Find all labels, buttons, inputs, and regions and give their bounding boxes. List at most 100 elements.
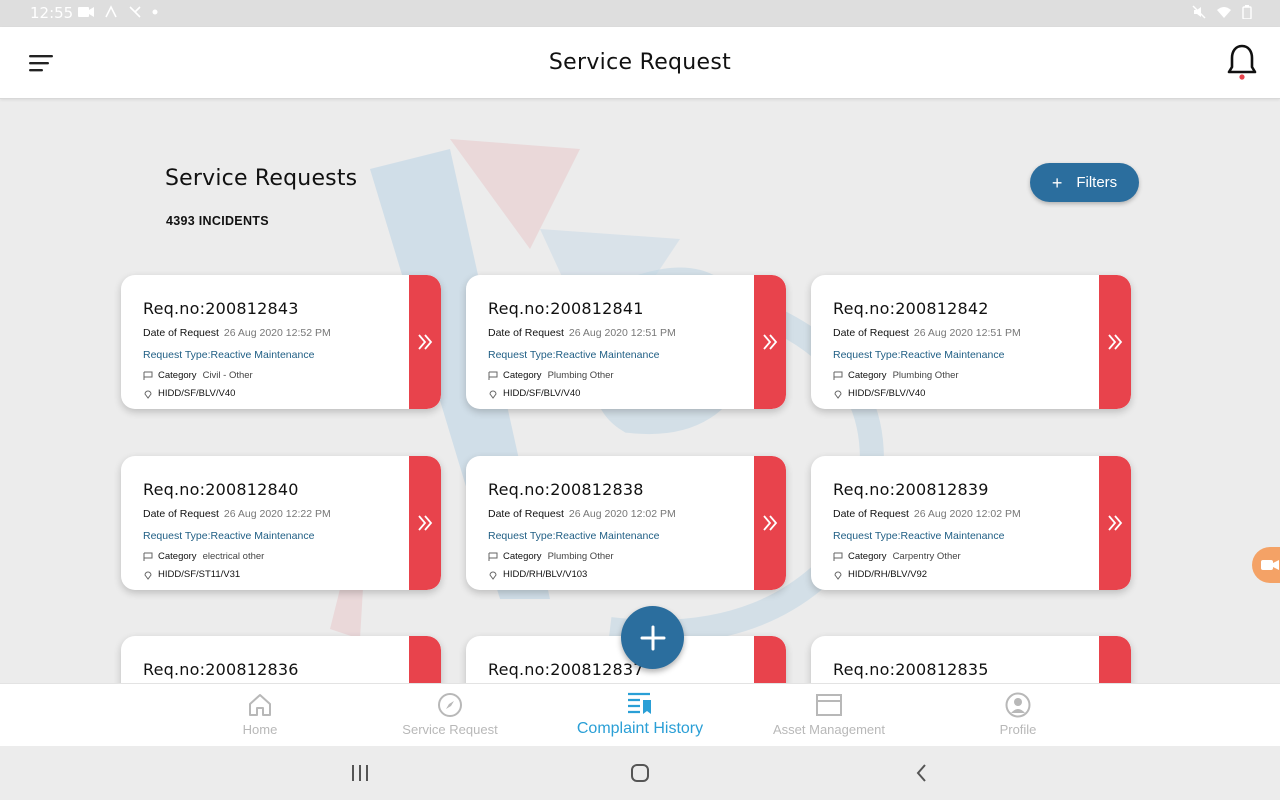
open-request-button[interactable] bbox=[754, 275, 786, 409]
open-request-button[interactable] bbox=[754, 636, 786, 683]
nav-label: Home bbox=[242, 722, 278, 737]
double-chevron-right-icon bbox=[418, 515, 433, 531]
request-type: Request Type:Reactive Maintenance bbox=[143, 349, 315, 361]
location-value: HIDD/RH/BLV/V92 bbox=[848, 569, 928, 580]
date-label: Date of Request bbox=[833, 327, 909, 339]
date-label: Date of Request bbox=[143, 327, 219, 339]
plus-icon: + bbox=[1051, 172, 1063, 193]
location-value: HIDD/SF/BLV/V40 bbox=[158, 388, 236, 399]
request-number: Req.no:200812841 bbox=[488, 299, 644, 318]
request-card[interactable]: Req.no:200812835 bbox=[811, 636, 1131, 683]
category-label: Category bbox=[848, 370, 887, 381]
section-title: Service Requests bbox=[165, 166, 358, 191]
request-card[interactable]: Req.no:200812836 bbox=[121, 636, 441, 683]
category-value: Carpentry Other bbox=[892, 551, 961, 562]
flag-icon bbox=[143, 371, 153, 380]
main-content[interactable]: Service Requests 4393 INCIDENTS + Filter… bbox=[0, 99, 1280, 683]
video-camera-icon bbox=[1261, 560, 1279, 570]
compass-icon bbox=[438, 693, 462, 717]
location-value: HIDD/RH/BLV/V103 bbox=[503, 569, 588, 580]
open-request-button[interactable] bbox=[754, 456, 786, 590]
date-label: Date of Request bbox=[143, 508, 219, 520]
nav-label: Service Request bbox=[402, 722, 498, 737]
date-label: Date of Request bbox=[488, 508, 564, 520]
category-label: Category bbox=[158, 551, 197, 562]
nav-label: Profile bbox=[999, 722, 1037, 737]
request-type: Request Type:Reactive Maintenance bbox=[488, 349, 660, 361]
home-icon bbox=[249, 694, 271, 716]
nav-label: Complaint History bbox=[576, 720, 704, 737]
location-value: HIDD/SF/BLV/V40 bbox=[503, 388, 581, 399]
date-label: Date of Request bbox=[488, 327, 564, 339]
app-bar: Service Request bbox=[0, 27, 1280, 99]
nav-asset-management[interactable]: Asset Management bbox=[734, 692, 924, 737]
notification-icon-2 bbox=[129, 6, 141, 18]
location-pin-icon bbox=[144, 390, 152, 399]
request-number: Req.no:200812843 bbox=[143, 299, 299, 318]
notification-icon-1 bbox=[105, 5, 117, 18]
request-type: Request Type:Reactive Maintenance bbox=[488, 530, 660, 542]
nav-profile[interactable]: Profile bbox=[923, 692, 1113, 737]
flag-icon bbox=[488, 552, 498, 561]
plus-icon bbox=[640, 625, 665, 650]
open-request-button[interactable] bbox=[409, 456, 441, 590]
request-card[interactable]: Req.no:200812838 Date of Request 26 Aug 2… bbox=[466, 456, 786, 590]
request-date: 26 Aug 2020 12:02 PM bbox=[913, 508, 1021, 520]
request-card[interactable]: Req.no:200812839 Date of Request 26 Aug 2… bbox=[811, 456, 1131, 590]
location-pin-icon bbox=[489, 390, 497, 399]
request-card[interactable]: Req.no:200812843 Date of Request 26 Aug 2… bbox=[121, 275, 441, 409]
open-request-button[interactable] bbox=[409, 636, 441, 683]
incident-count: 4393 INCIDENTS bbox=[166, 214, 269, 228]
request-date: 26 Aug 2020 12:22 PM bbox=[223, 508, 331, 520]
request-type: Request Type:Reactive Maintenance bbox=[833, 530, 1005, 542]
double-chevron-right-icon bbox=[1108, 334, 1123, 350]
double-chevron-right-icon bbox=[763, 515, 778, 531]
request-card[interactable]: Req.no:200812840 Date of Request 26 Aug 2… bbox=[121, 456, 441, 590]
request-card[interactable]: Req.no:200812841 Date of Request 26 Aug 2… bbox=[466, 275, 786, 409]
request-date: 26 Aug 2020 12:51 PM bbox=[568, 327, 676, 339]
bell-icon[interactable] bbox=[1226, 43, 1258, 81]
screen-recorder-bubble[interactable] bbox=[1252, 547, 1280, 583]
category-value: Civil - Other bbox=[202, 370, 253, 381]
nav-home[interactable]: Home bbox=[165, 692, 355, 737]
request-number: Req.no:200812838 bbox=[488, 480, 644, 499]
location-pin-icon bbox=[834, 571, 842, 580]
nav-service-request[interactable]: Service Request bbox=[355, 692, 545, 737]
video-call-icon bbox=[78, 7, 94, 17]
back-icon[interactable] bbox=[912, 763, 932, 783]
location-pin-icon bbox=[489, 571, 497, 580]
request-date: 26 Aug 2020 12:52 PM bbox=[223, 327, 331, 339]
request-card[interactable]: Req.no:200812842 Date of Request 26 Aug 2… bbox=[811, 275, 1131, 409]
open-request-button[interactable] bbox=[1099, 456, 1131, 590]
open-request-button[interactable] bbox=[1099, 275, 1131, 409]
request-type: Request Type:Reactive Maintenance bbox=[143, 530, 315, 542]
flag-icon bbox=[488, 371, 498, 380]
filters-button[interactable]: + Filters bbox=[1030, 163, 1139, 202]
recent-apps-icon[interactable] bbox=[350, 763, 370, 783]
home-button-icon[interactable] bbox=[630, 763, 650, 783]
open-request-button[interactable] bbox=[409, 275, 441, 409]
location-value: HIDD/SF/BLV/V40 bbox=[848, 388, 926, 399]
location-pin-icon bbox=[144, 571, 152, 580]
category-label: Category bbox=[848, 551, 887, 562]
dot-icon bbox=[152, 9, 158, 15]
flag-icon bbox=[833, 552, 843, 561]
request-date: 26 Aug 2020 12:02 PM bbox=[568, 508, 676, 520]
mute-icon bbox=[1192, 5, 1206, 19]
category-label: Category bbox=[503, 551, 542, 562]
double-chevron-right-icon bbox=[418, 334, 433, 350]
nav-label: Asset Management bbox=[772, 722, 885, 737]
page-title: Service Request bbox=[548, 50, 732, 75]
status-time: 12:55 bbox=[30, 4, 74, 22]
battery-icon bbox=[1242, 5, 1252, 19]
open-request-button[interactable] bbox=[1099, 636, 1131, 683]
double-chevron-right-icon bbox=[763, 334, 778, 350]
category-value: Plumbing Other bbox=[547, 370, 614, 381]
request-date: 26 Aug 2020 12:51 PM bbox=[913, 327, 1021, 339]
nav-complaint-history[interactable]: Complaint History bbox=[545, 690, 735, 738]
request-number: Req.no:200812842 bbox=[833, 299, 989, 318]
request-number: Req.no:200812840 bbox=[143, 480, 299, 499]
add-request-button[interactable] bbox=[621, 606, 684, 669]
profile-icon bbox=[1005, 692, 1031, 718]
system-navigation-bar bbox=[0, 746, 1280, 800]
